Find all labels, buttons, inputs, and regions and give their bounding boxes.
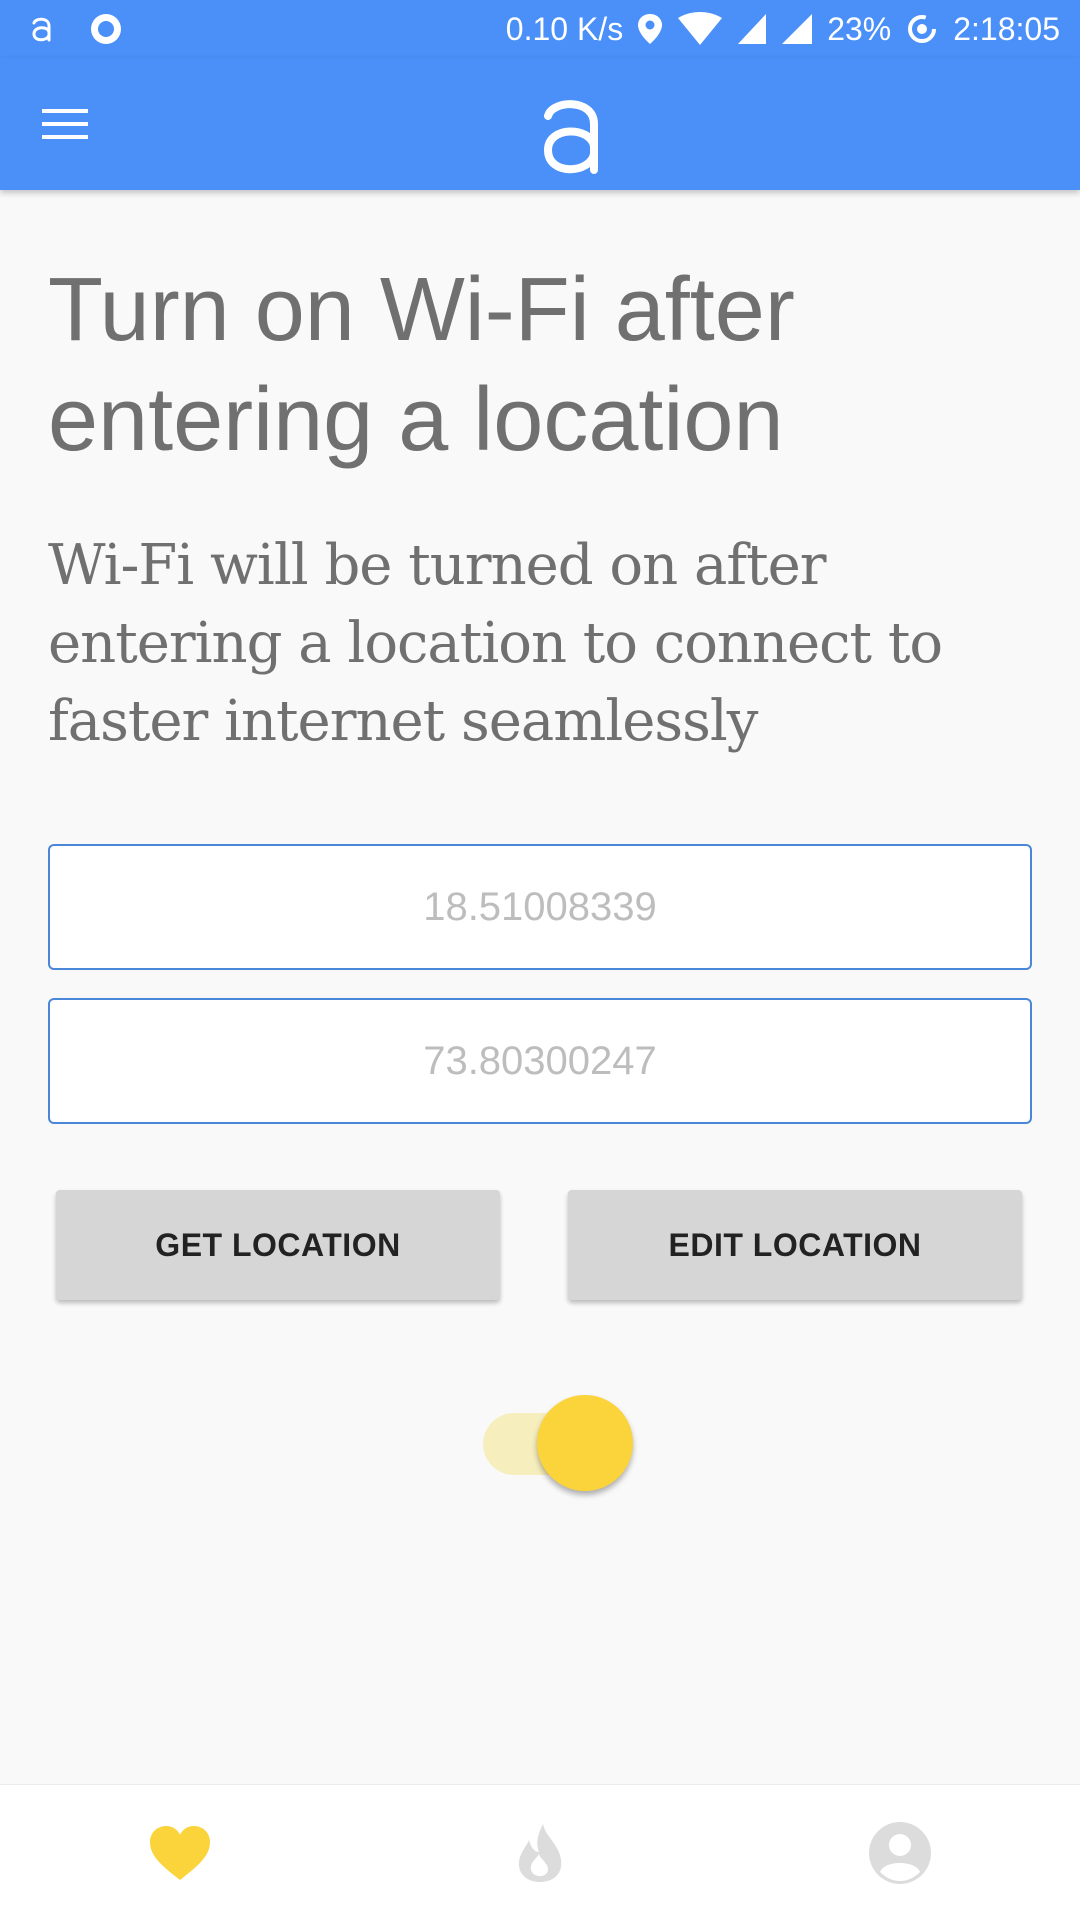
nav-profile[interactable]	[862, 1815, 938, 1891]
menu-button[interactable]	[30, 94, 100, 154]
toggle-thumb	[537, 1395, 633, 1491]
network-speed: 0.10 K/s	[505, 11, 624, 47]
signal-icon-2	[782, 14, 813, 44]
system-status: 0.10 K/s 23% 2:18:05	[506, 0, 1060, 58]
alexa-notification-icon	[32, 17, 51, 42]
wifi-toggle-switch[interactable]	[483, 1395, 635, 1495]
battery-percent: 23%	[827, 11, 892, 47]
status-bar: 0.10 K/s 23% 2:18:05	[0, 0, 1080, 58]
longitude-input[interactable]	[48, 998, 1032, 1124]
get-location-button[interactable]: GET LOCATION	[56, 1190, 500, 1300]
signal-icon	[738, 14, 767, 44]
flame-icon	[518, 1824, 562, 1882]
nav-trending[interactable]	[502, 1815, 578, 1891]
profile-icon	[869, 1822, 931, 1884]
alexa-logo-icon	[543, 100, 598, 174]
heart-icon	[150, 1826, 210, 1880]
battery-saver-icon	[908, 15, 937, 43]
edit-location-button[interactable]: EDIT LOCATION	[568, 1190, 1022, 1300]
latitude-input[interactable]	[48, 844, 1032, 970]
wifi-icon	[678, 12, 723, 45]
page-description: Wi-Fi will be turned on after entering a…	[48, 533, 943, 754]
page-title: Turn on Wi-Fi after entering a location	[48, 260, 795, 470]
sync-circle-icon	[91, 14, 121, 44]
notification-icons	[30, 0, 124, 58]
clock: 2:18:05	[953, 11, 1060, 47]
location-pin-icon	[638, 14, 663, 44]
app-bar	[0, 58, 1080, 190]
nav-favorites[interactable]	[142, 1815, 218, 1891]
hamburger-menu-icon	[42, 109, 88, 139]
bottom-navigation	[0, 1784, 1080, 1921]
